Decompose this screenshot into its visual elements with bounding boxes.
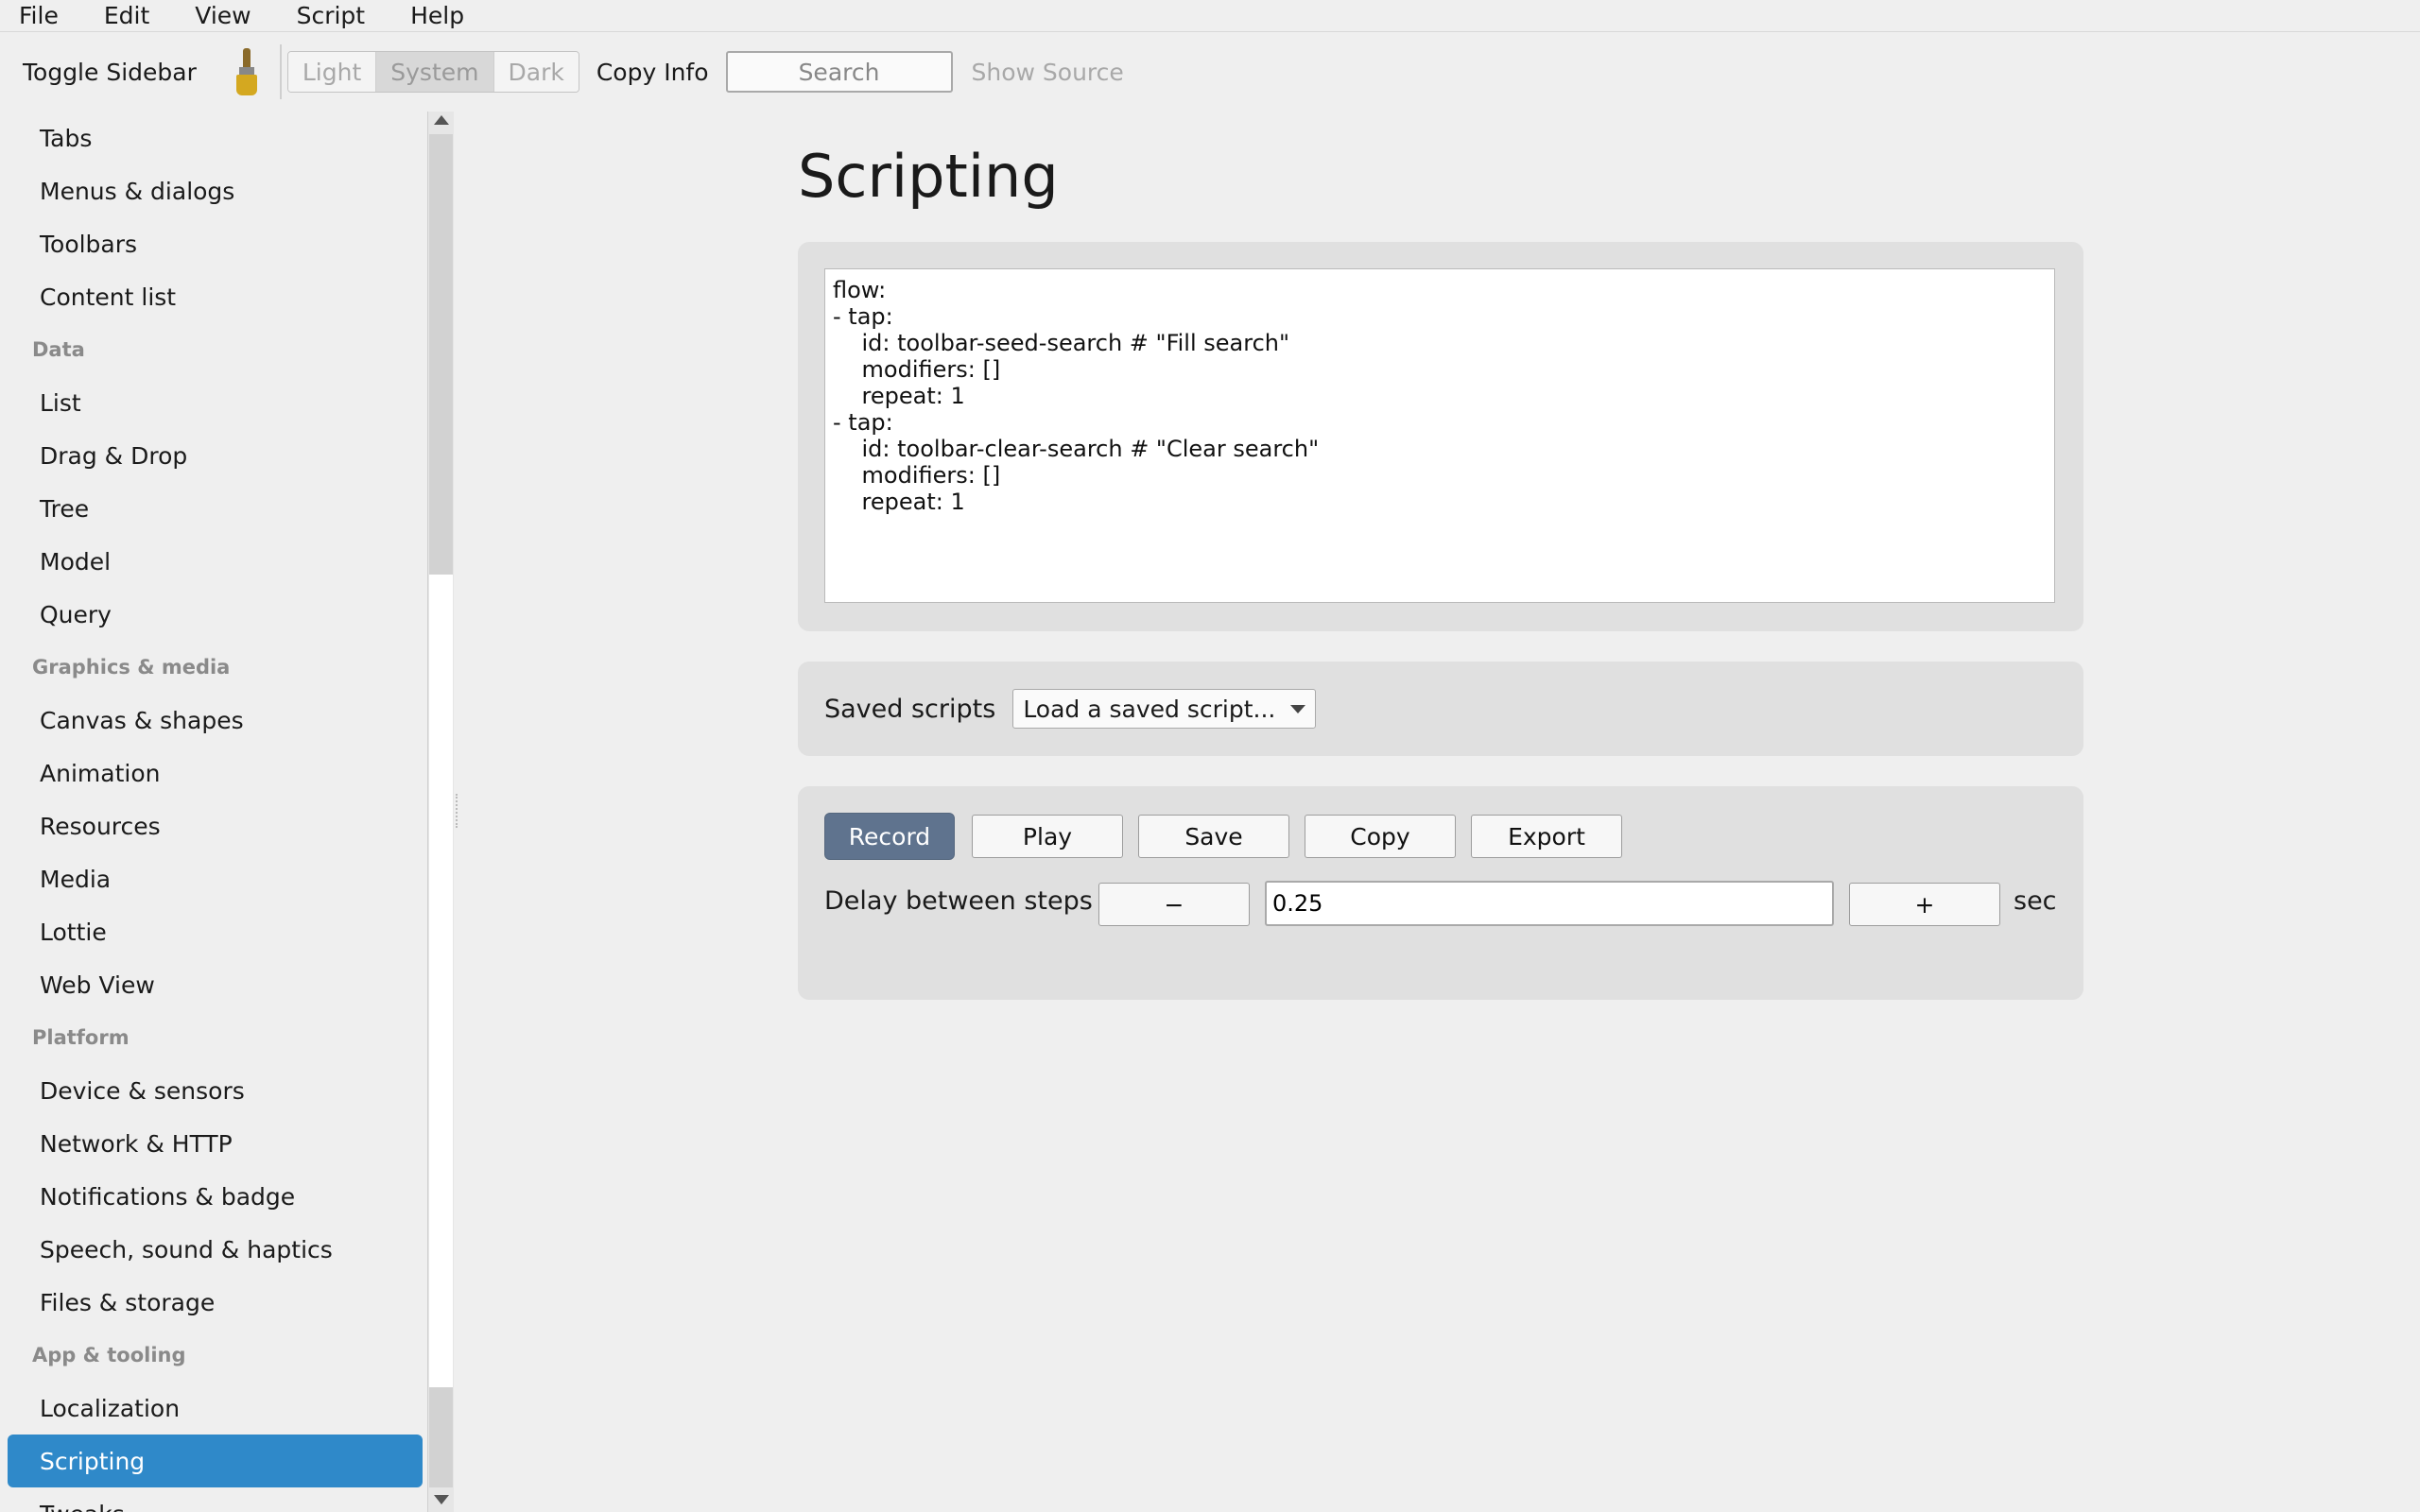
- sidebar-item-tweaks[interactable]: Tweaks: [8, 1487, 423, 1512]
- saved-scripts-dropdown[interactable]: Load a saved script...: [1012, 689, 1317, 729]
- sidebar-section-app-tooling: App & tooling: [32, 1344, 186, 1366]
- menu-help[interactable]: Help: [401, 2, 474, 29]
- sidebar-item-media[interactable]: Media: [8, 852, 423, 905]
- delay-increment-button[interactable]: +: [1849, 883, 2000, 926]
- save-button[interactable]: Save: [1138, 815, 1289, 858]
- theme-light-button[interactable]: Light: [287, 52, 377, 92]
- sidebar-item-model[interactable]: Model: [8, 535, 423, 588]
- chevron-down-icon: [1290, 704, 1306, 713]
- toolbar-separator: [279, 44, 282, 99]
- saved-scripts-selected: Load a saved script...: [1023, 695, 1276, 723]
- delay-label: Delay between steps: [824, 886, 1093, 916]
- sidebar-item-content-list[interactable]: Content list: [8, 270, 423, 323]
- script-panel: flow: - tap: id: toolbar-seed-search # "…: [798, 242, 2083, 631]
- sidebar-item-toolbars[interactable]: Toolbars: [8, 217, 423, 270]
- menu-script[interactable]: Script: [287, 2, 375, 29]
- menu-view[interactable]: View: [185, 2, 260, 29]
- sidebar-item-animation[interactable]: Animation: [8, 747, 423, 799]
- sidebar-section-graphics-media: Graphics & media: [32, 656, 231, 679]
- controls-panel: Record Play Save Copy Export Delay betwe…: [798, 786, 2083, 1000]
- scroll-down-arrow-icon[interactable]: [434, 1495, 449, 1504]
- sidebar-item-device-sensors[interactable]: Device & sensors: [8, 1064, 423, 1117]
- show-source-button[interactable]: Show Source: [972, 59, 1124, 86]
- sidebar-scrollbar[interactable]: [427, 112, 454, 1512]
- theme-dark-button[interactable]: Dark: [493, 52, 579, 92]
- sidebar-item-resources[interactable]: Resources: [8, 799, 423, 852]
- script-editor[interactable]: flow: - tap: id: toolbar-seed-search # "…: [824, 268, 2055, 603]
- theme-segmented-control: Light System Dark: [286, 51, 579, 93]
- sidebar-item-network-http[interactable]: Network & HTTP: [8, 1117, 423, 1170]
- sidebar: Tabs Menus & dialogs Toolbars Content list D…: [0, 112, 430, 1512]
- sidebar-item-localization[interactable]: Localization: [8, 1382, 423, 1435]
- copy-info-button[interactable]: Copy Info: [596, 59, 709, 86]
- menu-file[interactable]: File: [9, 2, 68, 29]
- toggle-sidebar-button[interactable]: Toggle Sidebar: [23, 59, 197, 86]
- scrollbar-thumb[interactable]: [429, 575, 453, 1387]
- sidebar-item-query[interactable]: Query: [8, 588, 423, 641]
- scroll-up-arrow-icon[interactable]: [434, 115, 449, 125]
- export-button[interactable]: Export: [1471, 815, 1622, 858]
- delay-unit-label: sec: [2014, 886, 2057, 916]
- splitter-handle[interactable]: [456, 794, 459, 828]
- sidebar-item-files-storage[interactable]: Files & storage: [8, 1276, 423, 1329]
- sidebar-item-scripting[interactable]: Scripting: [8, 1435, 423, 1487]
- sidebar-item-menus-dialogs[interactable]: Menus & dialogs: [8, 164, 423, 217]
- scrollbar-track-bottom[interactable]: [429, 1387, 453, 1487]
- sidebar-section-data: Data: [32, 338, 85, 361]
- sidebar-item-lottie[interactable]: Lottie: [8, 905, 423, 958]
- menu-bar: File Edit View Script Help: [0, 0, 2420, 32]
- delay-input[interactable]: [1265, 881, 1834, 926]
- delay-decrement-button[interactable]: −: [1098, 883, 1250, 926]
- sidebar-item-list[interactable]: List: [8, 376, 423, 429]
- sidebar-item-notifications-badge[interactable]: Notifications & badge: [8, 1170, 423, 1223]
- theme-system-button[interactable]: System: [376, 52, 494, 92]
- record-button[interactable]: Record: [824, 813, 955, 860]
- paint-brush-icon[interactable]: [233, 48, 261, 95]
- sidebar-item-canvas-shapes[interactable]: Canvas & shapes: [8, 694, 423, 747]
- toolbar: Toggle Sidebar Light System Dark Copy In…: [0, 32, 2420, 112]
- scrollbar-track-top[interactable]: [429, 134, 453, 575]
- sidebar-section-platform: Platform: [32, 1026, 130, 1049]
- sidebar-item-drag-drop[interactable]: Drag & Drop: [8, 429, 423, 482]
- sidebar-item-tree[interactable]: Tree: [8, 482, 423, 535]
- play-button[interactable]: Play: [972, 815, 1123, 858]
- saved-scripts-label: Saved scripts: [824, 694, 996, 724]
- saved-scripts-panel: Saved scripts Load a saved script...: [798, 662, 2083, 756]
- sidebar-item-web-view[interactable]: Web View: [8, 958, 423, 1011]
- sidebar-item-speech-sound-haptics[interactable]: Speech, sound & haptics: [8, 1223, 423, 1276]
- sidebar-item-tabs[interactable]: Tabs: [8, 112, 423, 164]
- menu-edit[interactable]: Edit: [95, 2, 159, 29]
- page-title: Scripting: [798, 142, 1059, 211]
- search-input[interactable]: [725, 51, 953, 93]
- copy-button[interactable]: Copy: [1305, 815, 1456, 858]
